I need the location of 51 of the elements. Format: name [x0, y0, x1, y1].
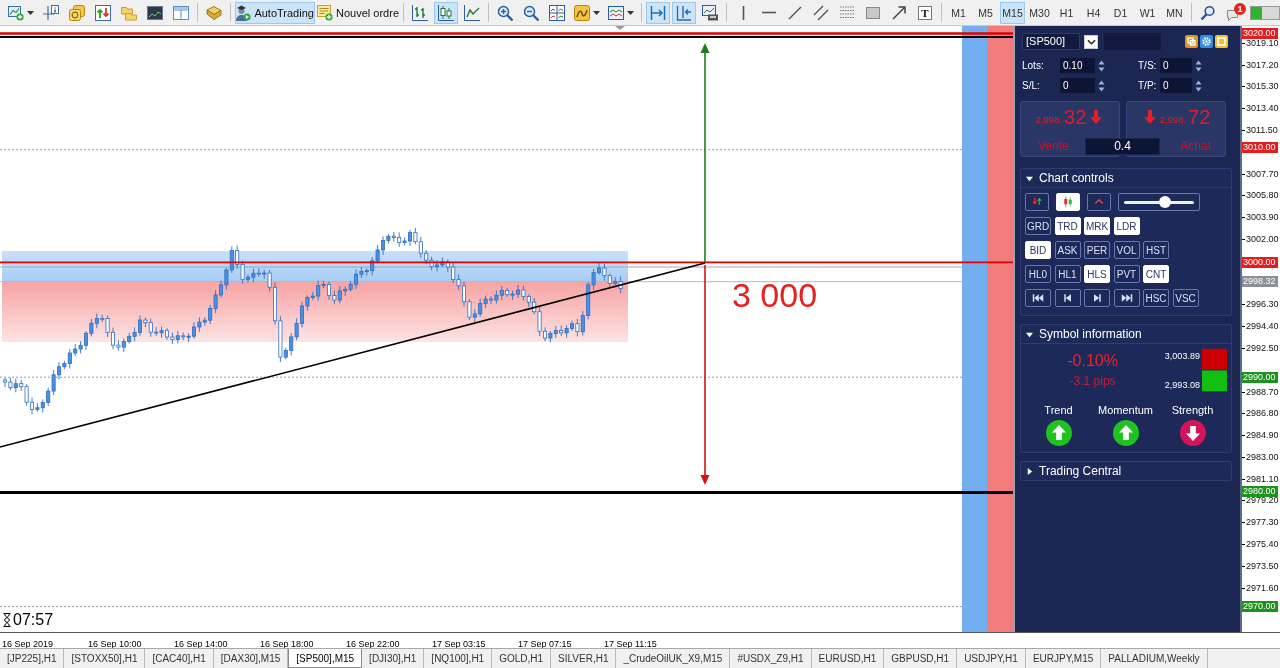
price-label: 2983.00	[1246, 451, 1279, 463]
price-label: 2973.50	[1246, 560, 1279, 572]
price-label: 3003.90	[1246, 212, 1279, 224]
price-label: 2998.32	[1242, 276, 1278, 288]
time-label: 17 Sep 11:15	[604, 639, 657, 649]
price-label: 2977.30	[1246, 517, 1279, 529]
price-label: 2970.00	[1242, 601, 1278, 612]
time-label: 16 Sep 2019	[2, 639, 54, 649]
price-label: 2980.00	[1242, 486, 1278, 498]
field-label: T/P:	[1138, 80, 1158, 91]
time-label: 16 Sep 18:00	[260, 639, 314, 649]
price-label: 3007.70	[1246, 168, 1279, 180]
price-label: 3000.00	[1242, 256, 1278, 268]
price-label: 2981.10	[1246, 473, 1279, 485]
price-label: 2984.90	[1246, 430, 1279, 442]
price-label: 2971.60	[1246, 582, 1279, 594]
price-label: 2979.20	[1246, 495, 1279, 507]
price-label: 3005.80	[1246, 190, 1279, 202]
price-label: 3017.20	[1246, 59, 1279, 71]
price-label: 2975.40	[1246, 539, 1279, 551]
price-label: 2994.40	[1246, 321, 1279, 333]
change-percent: -0.10%	[1067, 351, 1118, 371]
field-label: S/L:	[1022, 80, 1041, 91]
price-label: 3002.00	[1246, 233, 1279, 245]
price-label: 3019.10	[1246, 37, 1279, 49]
time-label: 17 Sep 03:15	[432, 639, 486, 649]
time-label: 16 Sep 10:00	[88, 639, 142, 649]
price-label: 2988.70	[1246, 386, 1279, 398]
price-label: 3011.50	[1246, 125, 1278, 136]
price-label: 2986.80	[1246, 408, 1279, 420]
change-pips: -3.1 pips	[1069, 373, 1116, 389]
time-label: 16 Sep 22:00	[346, 639, 400, 649]
field-label: Lots:	[1022, 60, 1045, 71]
price-label: 3020.00	[1242, 27, 1278, 39]
price-annotation: 3 000	[732, 278, 818, 312]
low-value: 2,993.08	[1163, 380, 1200, 390]
price-label: 2990.00	[1242, 371, 1278, 383]
field-label: T/S:	[1138, 60, 1158, 71]
signal-label: Strength	[1171, 404, 1214, 417]
countdown-timer: 07:57	[13, 611, 54, 629]
signal-label: Trend	[1044, 404, 1073, 417]
price-label: 3015.30	[1246, 81, 1279, 93]
time-label: 17 Sep 07:15	[518, 639, 572, 649]
price-label: 2996.30	[1246, 299, 1279, 311]
signal-label: Momentum	[1098, 404, 1153, 417]
price-label: 3013.40	[1246, 103, 1279, 115]
price-label: 3010.00	[1242, 142, 1278, 154]
price-label: 2992.50	[1246, 342, 1279, 354]
high-value: 3,003.89	[1163, 351, 1200, 361]
time-label: 16 Sep 14:00	[174, 639, 228, 649]
notification-badge: 1	[1234, 2, 1246, 15]
